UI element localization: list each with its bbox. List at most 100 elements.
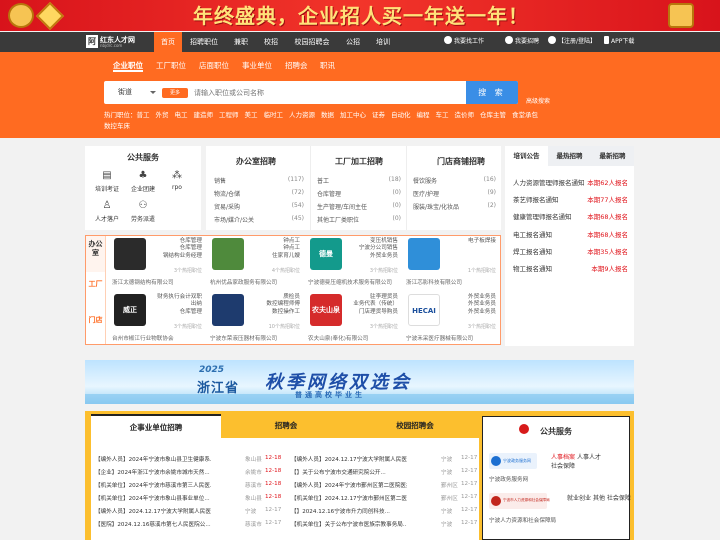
notice-row[interactable]: 人力资源管理师报名通知 本期62人报名 [513, 177, 628, 187]
job-title-link[interactable]: 外贸业务员 [438, 301, 496, 308]
hot-job-link[interactable]: 证券 [372, 111, 385, 119]
company-card[interactable]: 质检员 数控编程师傅 数控操作工 10个热招职位 宁波东荣液压器材有限公司 [206, 292, 304, 344]
job-row[interactable]: 【企业】2024年浙江宁波市余姚市城市天然... 余姚市 12-18 [95, 468, 285, 478]
job-row[interactable]: 【】关于公布宁波市交通研究院公开... 宁波 12-17 [291, 468, 481, 478]
company-card[interactable]: 仓库管理 仓库管理 钢结构业务经理 3个热招职位 浙江太德钢结构有限公司 [108, 236, 206, 288]
company-card[interactable]: 农夫山泉 驻李理货员 业务代表（传统） 门店理货导购员 3个热招职位 农夫山泉(奉化)有限… [304, 292, 402, 344]
category-row[interactable]: 物流/仓储 (72) [214, 189, 304, 198]
job-title-link[interactable]: 外贸业务员 [340, 253, 398, 260]
company-card[interactable]: 电子板焊接 1个热招职位 浙江芯影科技有限公司 [402, 236, 500, 288]
tab-job-fair[interactable]: 招聘会 [221, 414, 351, 438]
category-row[interactable]: 市场/媒介/公关 (45) [214, 215, 304, 224]
service-training[interactable]: ▤ 培训考证 [89, 170, 125, 200]
category-row[interactable]: 普工 (18) [317, 176, 401, 185]
service-link[interactable]: 人事人才 [577, 454, 601, 461]
nav-public[interactable]: 公招 [342, 32, 364, 52]
company-name[interactable]: 宁波禾采医疗器械有限公司 [406, 334, 498, 342]
tab-job-news[interactable]: 职讯 [320, 60, 335, 72]
login-link[interactable]: 【注册/登陆】 [548, 32, 596, 52]
job-title-link[interactable]: 钟点工 [242, 245, 300, 252]
company-name[interactable]: 浙江芯影科技有限公司 [406, 278, 498, 286]
category-row[interactable]: 销售 (117) [214, 176, 304, 185]
service-rpo[interactable]: ⁂ rpo [159, 170, 195, 200]
hot-job-link[interactable]: 临时工 [264, 111, 284, 119]
advanced-search-link[interactable]: 高级搜索 [526, 96, 550, 105]
hot-job-link[interactable]: 食堂承包 [512, 111, 538, 119]
hot-job-link[interactable]: 电工 [175, 111, 188, 119]
tab-enterprise-recruitment[interactable]: 企事业单位招聘 [91, 414, 221, 438]
city-select[interactable]: 街道 [118, 81, 132, 104]
zwfw-logo[interactable]: 宁波政务服务网 [489, 453, 537, 469]
job-row[interactable]: 【编外人员】2024年宁波市象山县卫生健康系... 象山县 12-18 [95, 455, 285, 465]
job-title-link[interactable]: 钢结构业务经理 [144, 253, 202, 260]
hot-job-link[interactable]: 加工中心 [340, 111, 366, 119]
nav-training[interactable]: 培训 [372, 32, 394, 52]
notice-row[interactable]: 健康管理师报名通知 本期68人报名 [513, 211, 628, 221]
tab-store-jobs[interactable]: 店面职位 [199, 60, 229, 72]
category-row[interactable]: 餐饮服务 (16) [413, 176, 496, 185]
hot-job-link[interactable]: 造价师 [455, 111, 475, 119]
tab-hottest-jobs[interactable]: 最热招聘 [548, 146, 591, 166]
job-title-link[interactable]: 住家育儿嫂 [242, 253, 300, 260]
job-title-link[interactable]: 仓库管理 [144, 245, 202, 252]
hot-job-link[interactable]: 普工 [137, 111, 150, 119]
find-job-link[interactable]: 我要找工作 [444, 32, 484, 52]
category-row[interactable]: 服装/珠宝/化妆品 (2) [413, 202, 496, 211]
nav-campus[interactable]: 校招 [260, 32, 282, 52]
company-name[interactable]: 农夫山泉(奉化)有限公司 [308, 334, 400, 342]
tab-public-institution[interactable]: 事业单位 [242, 60, 272, 72]
category-row[interactable]: 贸易/采购 (54) [214, 202, 304, 211]
notice-row[interactable]: 茶艺师报名通知 本期77人报名 [513, 194, 628, 204]
search-input[interactable] [194, 81, 464, 104]
job-row[interactable]: 【编外人员】2024.12.17宁波大学附属人民医院... 宁波 12-17 [95, 507, 285, 517]
category-row[interactable]: 生产管理/车间主任 (0) [317, 202, 401, 211]
hot-job-link[interactable]: 编程 [417, 111, 430, 119]
company-card[interactable]: 钟点工 钟点工 住家育儿嫂 4个热招职位 杭州优品家政服务有限公司 [206, 236, 304, 288]
job-title-link[interactable]: 数控编程师傅 [242, 301, 300, 308]
site-logo[interactable]: 阿 红东人才网 nbjdrc.com [86, 35, 148, 49]
company-card[interactable]: 德曼 变压机销售 宁波分公司销售 外贸业务员 3个热招职位 宁波德曼压缩机技术服务有限公司 [304, 236, 402, 288]
category-row[interactable]: 其他工厂类职位 (0) [317, 215, 401, 224]
service-link[interactable]: 社会保障 [551, 463, 575, 470]
company-name[interactable]: 宁波东荣液压器材有限公司 [210, 334, 302, 342]
job-title-link[interactable]: 仓库管理 [144, 309, 202, 316]
search-button[interactable]: 搜 索 [466, 81, 518, 104]
job-row[interactable]: 【机关单位】2024年宁波市慈溪市第三人民医... 慈溪市 12-18 [95, 481, 285, 491]
company-name[interactable]: 浙江太德钢结构有限公司 [112, 278, 204, 286]
job-title-link[interactable]: 业务代表（传统） [340, 301, 398, 308]
job-fair-ad-banner[interactable]: 2025 浙江省 秋季网络双选会 普通高校毕业生 [85, 360, 634, 404]
tab-job-fair[interactable]: 招聘会 [285, 60, 308, 72]
company-name[interactable]: 宁波德曼压缩机技术服务有限公司 [308, 278, 400, 286]
notice-row[interactable]: 电工报名通知 本期68人报名 [513, 229, 628, 239]
category-row[interactable]: 仓库管理 (0) [317, 189, 401, 198]
service-settlement[interactable]: ♙ 人才落户 [89, 200, 125, 230]
hot-job-link[interactable]: 数控车床 [104, 122, 130, 130]
service-link[interactable]: 社会保障 [607, 495, 631, 502]
company-name[interactable]: 杭州优品家政服务有限公司 [210, 278, 302, 286]
nav-campus-fair[interactable]: 校园招聘会 [291, 32, 333, 52]
nav-parttime[interactable]: 兼职 [230, 32, 252, 52]
hot-job-link[interactable]: 自动化 [391, 111, 411, 119]
job-title-link[interactable]: 电子板焊接 [438, 238, 496, 245]
tab-campus-fair[interactable]: 校园招聘会 [351, 414, 479, 438]
job-title-link[interactable]: 门店理货导购员 [340, 309, 398, 316]
job-title-link[interactable]: 数控操作工 [242, 309, 300, 316]
nav-home[interactable]: 首页 [154, 32, 182, 52]
job-row[interactable]: 【机关单位】关于公布宁波市医族宗教事务局... 宁波 12-17 [291, 520, 481, 530]
service-link[interactable]: 就业创业 [567, 495, 591, 502]
service-link[interactable]: 人事档案 [551, 454, 575, 461]
hot-job-link[interactable]: 美工 [245, 111, 258, 119]
job-row[interactable]: 【医院】2024.12.16慈溪市第七人民医院公... 慈溪市 12-17 [95, 520, 285, 530]
job-row[interactable]: 【编外人员】2024.12.17宁波大学附属人民医院... 宁波 12-17 [291, 455, 481, 465]
job-row[interactable]: 【机关单位】2024年宁波市象山县事业单位... 象山县 12-18 [95, 494, 285, 504]
side-tab-office[interactable]: 办公室 [86, 236, 106, 272]
notice-row[interactable]: 焊工报名通知 本期35人报名 [513, 246, 628, 256]
service-dispatch[interactable]: ⚇ 劳务派遣 [125, 200, 161, 230]
promo-banner[interactable]: 年终盛典，企业招人买一年送一年！ [0, 0, 720, 31]
notice-row[interactable]: 物工报名通知 本期9人报名 [513, 263, 628, 273]
tab-company-jobs[interactable]: 企业职位 [113, 60, 143, 72]
job-row[interactable]: 【机关单位】2024.12.17宁波市鄞州区第二医院... 鄞州区 12-17 [291, 494, 481, 504]
hot-job-link[interactable]: 车工 [436, 111, 449, 119]
tab-newest-jobs[interactable]: 最新招聘 [591, 146, 634, 166]
hot-job-link[interactable]: 外贸 [156, 111, 169, 119]
